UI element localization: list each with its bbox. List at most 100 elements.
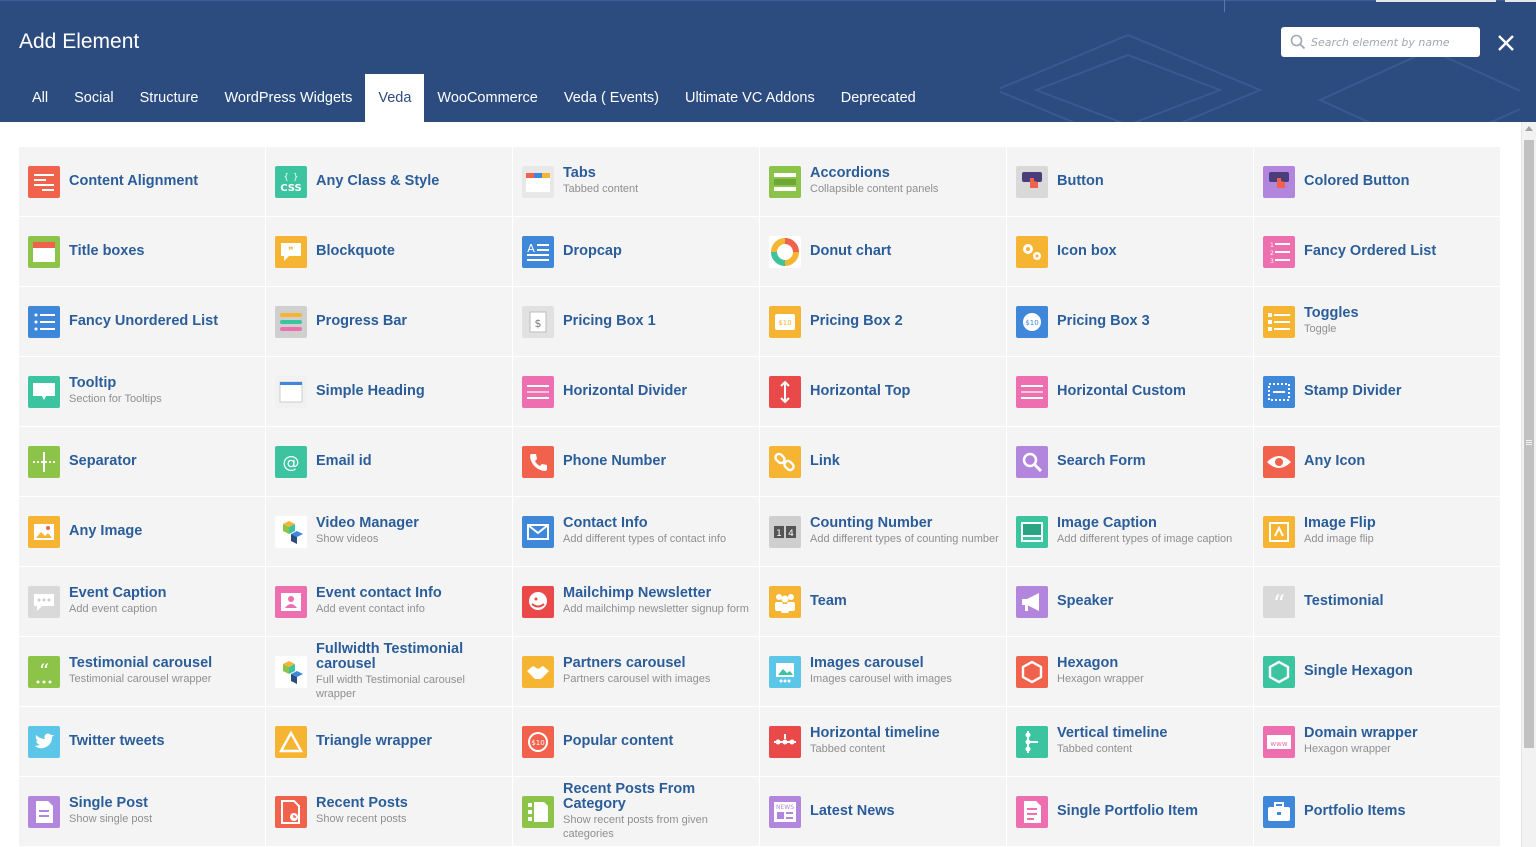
element-tile-content-alignment[interactable]: Content Alignment xyxy=(19,147,266,217)
pricing-dollar-icon: $ xyxy=(522,306,554,338)
element-tile-recent-posts-from-category[interactable]: Recent Posts From Category Show recent po… xyxy=(513,777,760,847)
element-tile-video-manager[interactable]: Video Manager Show videos xyxy=(266,497,513,567)
element-text: Any Icon xyxy=(1304,427,1494,496)
element-tile-portfolio-items[interactable]: Portfolio Items xyxy=(1254,777,1501,847)
document-icon xyxy=(28,796,60,828)
element-name: Dropcap xyxy=(563,243,622,259)
element-tile-toggles[interactable]: Toggles Toggle xyxy=(1254,287,1501,357)
element-tile-single-hexagon[interactable]: Single Hexagon xyxy=(1254,637,1501,707)
scroll-thumb[interactable] xyxy=(1524,140,1534,748)
element-tile-separator[interactable]: Separator xyxy=(19,427,266,497)
element-description: Add mailchimp newsletter signup form xyxy=(563,603,749,616)
tab-ultimate-vc-addons[interactable]: Ultimate VC Addons xyxy=(672,74,828,122)
element-tile-recent-posts[interactable]: Recent Posts Show recent posts xyxy=(266,777,513,847)
element-text: Vertical timeline Tabbed content xyxy=(1057,707,1247,776)
tab-woocommerce[interactable]: WooCommerce xyxy=(424,74,550,122)
element-tile-pricing-box-2[interactable]: $10 Pricing Box 2 xyxy=(760,287,1007,357)
element-tile-single-portfolio-item[interactable]: Single Portfolio Item xyxy=(1007,777,1254,847)
element-tile-counting-number[interactable]: 1 4 Counting Number Add different types of … xyxy=(760,497,1007,567)
element-name: Pricing Box 3 xyxy=(1057,313,1150,329)
element-text: Phone Number xyxy=(563,427,753,496)
element-description: Add different types of contact info xyxy=(563,533,727,546)
element-text: Testimonial carousel Testimonial carousel… xyxy=(69,637,259,706)
element-tile-images-carousel[interactable]: Images carousel Images carousel with imag… xyxy=(760,637,1007,707)
stamp-icon xyxy=(1263,376,1295,408)
element-tile-latest-news[interactable]: NEWS Latest News xyxy=(760,777,1007,847)
element-tile-tabs[interactable]: Tabs Tabbed content xyxy=(513,147,760,217)
element-tile-button[interactable]: Button xyxy=(1007,147,1254,217)
element-tile-any-icon[interactable]: Any Icon xyxy=(1254,427,1501,497)
element-text: Single Hexagon xyxy=(1304,637,1494,706)
element-tile-contact-info[interactable]: Contact Info Add different types of conta… xyxy=(513,497,760,567)
element-description: Tabbed content xyxy=(563,183,639,196)
element-tile-popular-content[interactable]: $10 Popular content xyxy=(513,707,760,777)
element-tile-any-image[interactable]: Any Image xyxy=(19,497,266,567)
element-tile-email-id[interactable]: @ Email id xyxy=(266,427,513,497)
element-tile-mailchimp-newsletter[interactable]: Mailchimp Newsletter Add mailchimp newsle… xyxy=(513,567,760,637)
tab-social[interactable]: Social xyxy=(61,74,127,122)
element-tile-progress-bar[interactable]: Progress Bar xyxy=(266,287,513,357)
element-tile-hexagon[interactable]: Hexagon Hexagon wrapper xyxy=(1007,637,1254,707)
tab-veda-events[interactable]: Veda ( Events) xyxy=(551,74,672,122)
element-tile-fancy-unordered-list[interactable]: Fancy Unordered List xyxy=(19,287,266,357)
element-description: Hexagon wrapper xyxy=(1057,673,1144,686)
element-text: Recent Posts Show recent posts xyxy=(316,777,506,846)
element-tile-horizontal-custom[interactable]: Horizontal Custom xyxy=(1007,357,1254,427)
element-tile-triangle-wrapper[interactable]: Triangle wrapper xyxy=(266,707,513,777)
tab-deprecated[interactable]: Deprecated xyxy=(828,74,929,122)
element-tile-event-contact-info[interactable]: Event contact Info Add event contact info xyxy=(266,567,513,637)
element-tile-dropcap[interactable]: A Dropcap xyxy=(513,217,760,287)
tab-structure[interactable]: Structure xyxy=(127,74,212,122)
element-tile-partners-carousel[interactable]: Partners carousel Partners carousel with … xyxy=(513,637,760,707)
element-text: Any Class & Style xyxy=(316,147,506,216)
element-tile-phone-number[interactable]: Phone Number xyxy=(513,427,760,497)
element-tile-domain-wrapper[interactable]: www Domain wrapper Hexagon wrapper xyxy=(1254,707,1501,777)
element-text: Pricing Box 1 xyxy=(563,287,753,356)
element-tile-horizontal-timeline[interactable]: Horizontal timeline Tabbed content xyxy=(760,707,1007,777)
search-input[interactable] xyxy=(1311,32,1471,52)
unordered-list-icon xyxy=(28,306,60,338)
envelope-icon xyxy=(522,516,554,548)
element-description: Add different types of counting number xyxy=(810,533,999,546)
element-tile-horizontal-divider[interactable]: Horizontal Divider xyxy=(513,357,760,427)
element-tile-single-post[interactable]: Single Post Show single post xyxy=(19,777,266,847)
element-tile-twitter-tweets[interactable]: Twitter tweets xyxy=(19,707,266,777)
element-tile-stamp-divider[interactable]: Stamp Divider xyxy=(1254,357,1501,427)
element-tile-fullwidth-testimonial-carousel[interactable]: Fullwidth Testimonial carousel Full width… xyxy=(266,637,513,707)
tab-veda[interactable]: Veda xyxy=(365,74,425,122)
element-tile-blockquote[interactable]: ❞ Blockquote xyxy=(266,217,513,287)
element-text: Stamp Divider xyxy=(1304,357,1494,426)
element-tile-image-flip[interactable]: Image Flip Add image flip xyxy=(1254,497,1501,567)
element-tile-colored-button[interactable]: Colored Button xyxy=(1254,147,1501,217)
element-tile-title-boxes[interactable]: Title boxes xyxy=(19,217,266,287)
element-tile-tooltip[interactable]: Tooltip Section for Tooltips xyxy=(19,357,266,427)
tab-all[interactable]: All xyxy=(19,74,61,122)
element-tile-pricing-box-1[interactable]: $ Pricing Box 1 xyxy=(513,287,760,357)
element-tile-donut-chart[interactable]: Donut chart xyxy=(760,217,1007,287)
element-tile-vertical-timeline[interactable]: Vertical timeline Tabbed content xyxy=(1007,707,1254,777)
tab-wordpress-widgets[interactable]: WordPress Widgets xyxy=(211,74,365,122)
element-tile-simple-heading[interactable]: Simple Heading xyxy=(266,357,513,427)
element-tile-testimonial[interactable]: “ Testimonial xyxy=(1254,567,1501,637)
element-text: Any Image xyxy=(69,497,259,566)
element-tile-accordions[interactable]: Accordions Collapsible content panels xyxy=(760,147,1007,217)
element-tile-team[interactable]: Team xyxy=(760,567,1007,637)
element-tile-any-class-style[interactable]: { } CSS Any Class & Style xyxy=(266,147,513,217)
element-name: Accordions xyxy=(810,165,890,182)
element-tile-testimonial-carousel[interactable]: “ Testimonial carousel Testimonial carouse… xyxy=(19,637,266,707)
element-tile-event-caption[interactable]: Event Caption Add event caption xyxy=(19,567,266,637)
element-tile-link[interactable]: Link xyxy=(760,427,1007,497)
element-tile-search-form[interactable]: Search Form xyxy=(1007,427,1254,497)
scrollbar[interactable] xyxy=(1521,122,1536,847)
element-tile-speaker[interactable]: Speaker xyxy=(1007,567,1254,637)
element-tile-fancy-ordered-list[interactable]: 1 2 3 Fancy Ordered List xyxy=(1254,217,1501,287)
element-tile-pricing-box-3[interactable]: $10 Pricing Box 3 xyxy=(1007,287,1254,357)
element-tile-icon-box[interactable]: Icon box xyxy=(1007,217,1254,287)
close-button[interactable] xyxy=(1494,31,1518,55)
element-text: Pricing Box 3 xyxy=(1057,287,1247,356)
element-tile-image-caption[interactable]: Image Caption Add different types of imag… xyxy=(1007,497,1254,567)
element-name: Toggles xyxy=(1304,305,1359,322)
element-tile-horizontal-top[interactable]: Horizontal Top xyxy=(760,357,1007,427)
scroll-up-arrow[interactable] xyxy=(1525,126,1533,131)
search-box[interactable] xyxy=(1281,27,1480,57)
